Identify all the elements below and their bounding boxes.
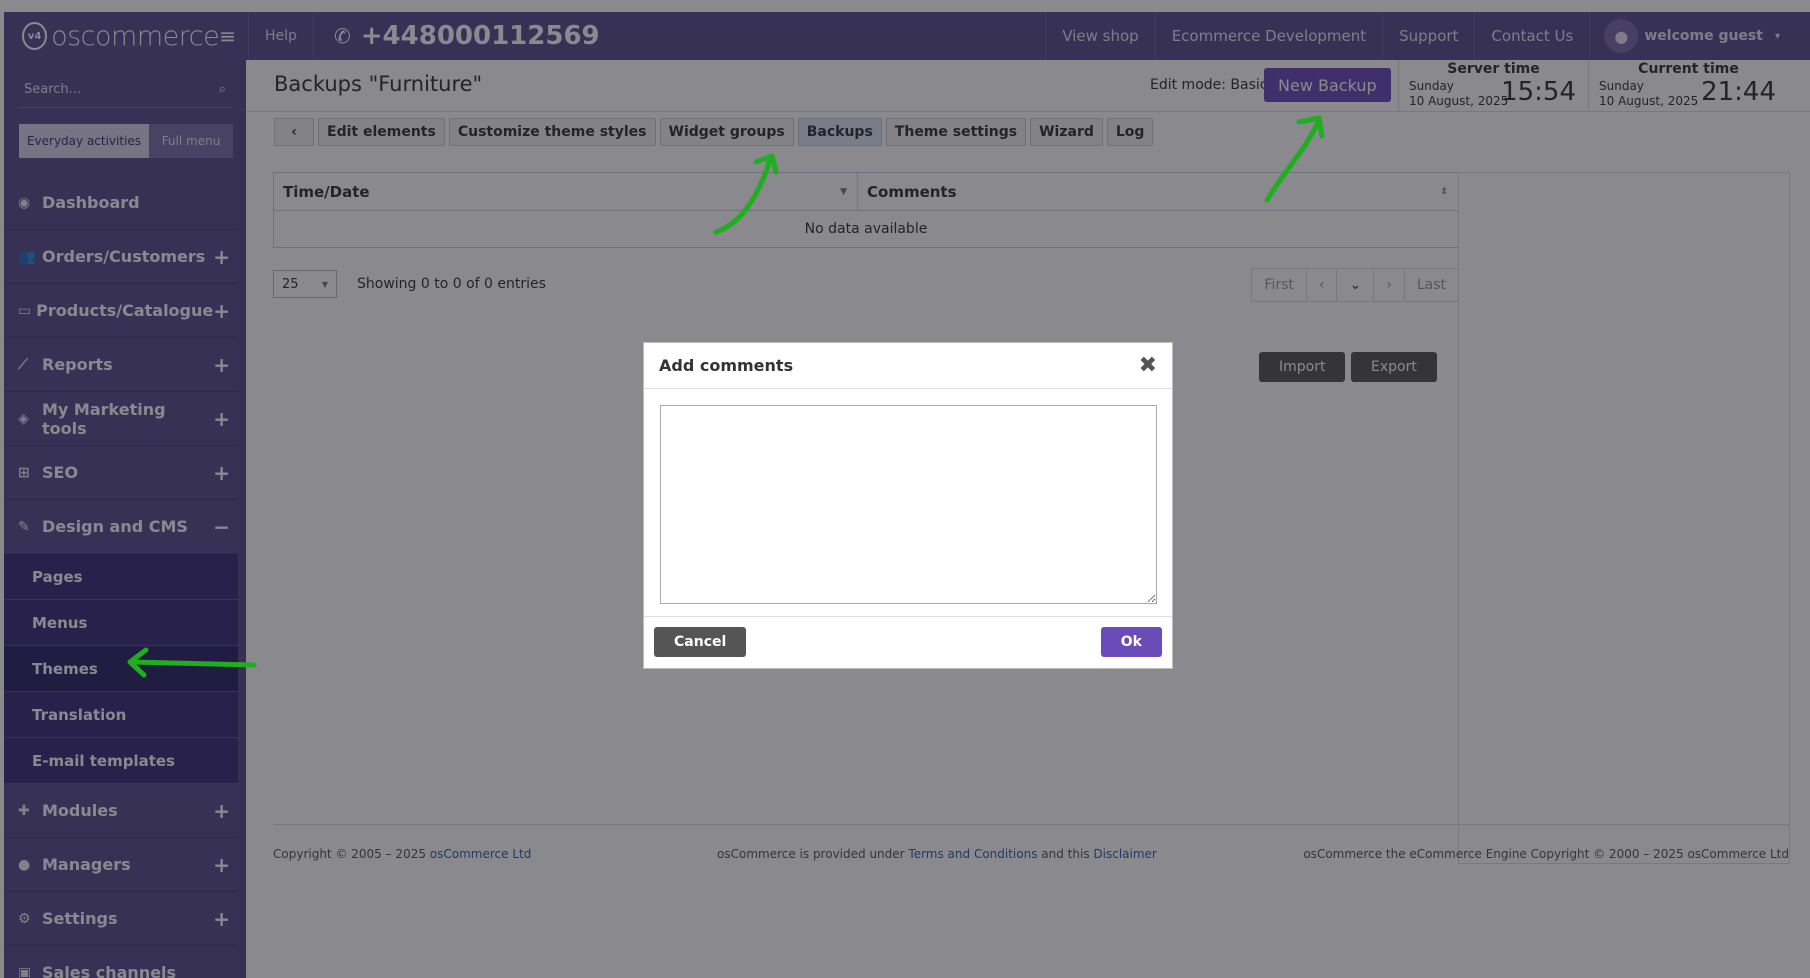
comments-textarea[interactable] [660,405,1157,604]
dialog-footer: Cancel Ok [644,616,1172,668]
close-icon[interactable]: ✖ [1139,353,1157,378]
dialog-title: Add comments [659,356,794,375]
dialog-header: Add comments ✖ [644,343,1172,389]
ok-button[interactable]: Ok [1100,627,1162,657]
cancel-button[interactable]: Cancel [654,627,747,657]
add-comments-dialog: Add comments ✖ Cancel Ok [643,342,1173,669]
